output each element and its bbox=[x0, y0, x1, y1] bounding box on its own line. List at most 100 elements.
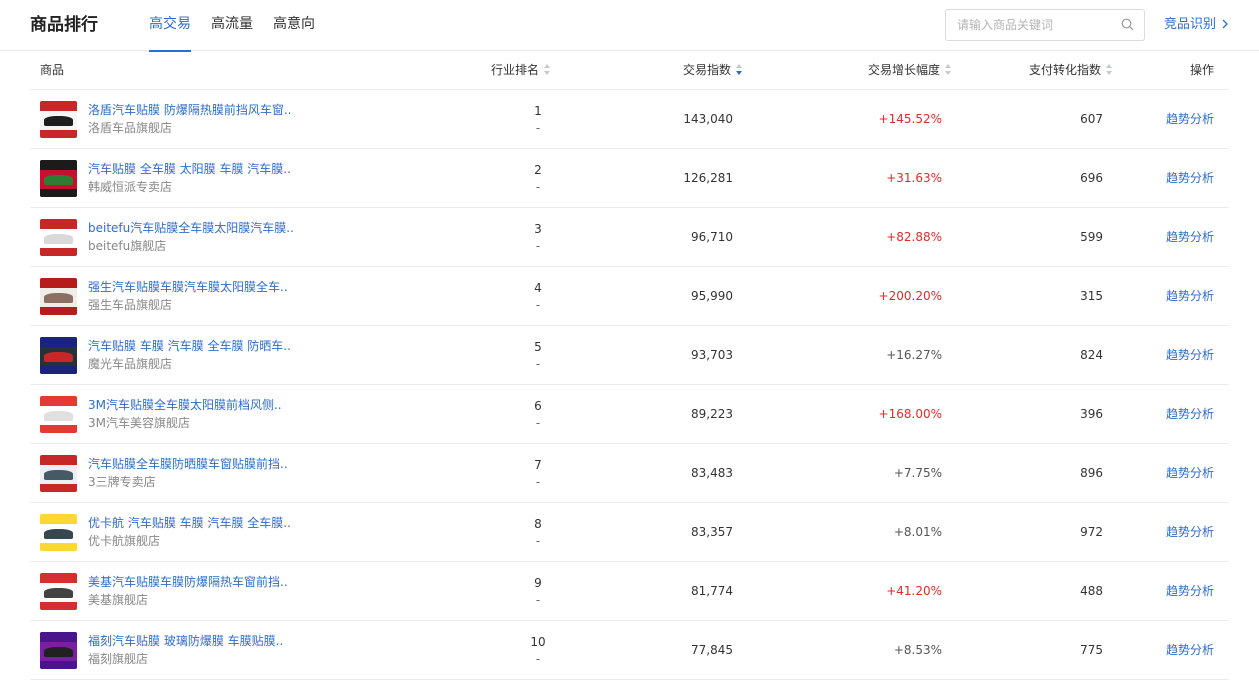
product-thumbnail[interactable] bbox=[40, 573, 77, 610]
trade-index: 96,710 bbox=[691, 230, 733, 244]
shop-name: 强生车品旗舰店 bbox=[88, 298, 173, 312]
trade-index: 89,223 bbox=[691, 407, 733, 421]
trade-index: 81,774 bbox=[691, 584, 733, 598]
product-name-link[interactable]: 汽车贴膜全车膜防晒膜车窗贴膜前挡.. bbox=[88, 455, 288, 473]
sort-icon[interactable] bbox=[1106, 64, 1113, 75]
trade-index: 77,845 bbox=[691, 643, 733, 657]
tab-high-intent[interactable]: 高意向 bbox=[273, 0, 315, 51]
trend-analysis-link[interactable]: 趋势分析 bbox=[1150, 405, 1214, 423]
trend-analysis-link[interactable]: 趋势分析 bbox=[1150, 169, 1214, 187]
tab-bar: 高交易 高流量 高意向 bbox=[149, 0, 335, 52]
trend-analysis-link[interactable]: 趋势分析 bbox=[1150, 287, 1214, 305]
compete-identify-link[interactable]: 竞品识别 bbox=[1164, 16, 1228, 34]
rank-change: - bbox=[535, 652, 541, 666]
conversion-index: 775 bbox=[1080, 643, 1103, 657]
conversion-index: 396 bbox=[1080, 407, 1103, 421]
chevron-right-icon bbox=[1222, 19, 1228, 29]
product-thumbnail[interactable] bbox=[40, 101, 77, 138]
product-name-link[interactable]: 优卡航 汽车贴膜 车膜 汽车膜 全车膜.. bbox=[88, 514, 291, 532]
shop-name: 洛盾车品旗舰店 bbox=[88, 121, 173, 135]
industry-rank: 5 bbox=[534, 340, 542, 354]
trade-growth: +7.75% bbox=[893, 466, 942, 480]
sort-icon[interactable] bbox=[945, 64, 952, 75]
product-thumbnail[interactable] bbox=[40, 219, 77, 256]
page-header: 商品排行 高交易 高流量 高意向 竞品识别 bbox=[0, 0, 1259, 52]
rank-change: - bbox=[535, 534, 541, 548]
column-action: 操作 bbox=[1190, 63, 1215, 77]
rank-change: - bbox=[535, 239, 541, 253]
product-thumbnail[interactable] bbox=[40, 514, 77, 551]
tab-high-traffic[interactable]: 高流量 bbox=[211, 0, 253, 51]
trend-analysis-link[interactable]: 趋势分析 bbox=[1150, 464, 1214, 482]
product-thumbnail[interactable] bbox=[40, 160, 77, 197]
industry-rank: 1 bbox=[534, 104, 542, 118]
column-growth-label: 交易增长幅度 bbox=[868, 63, 941, 77]
page-title: 商品排行 bbox=[30, 15, 98, 35]
trend-analysis-link[interactable]: 趋势分析 bbox=[1150, 228, 1214, 246]
product-thumbnail[interactable] bbox=[40, 455, 77, 492]
conversion-index: 896 bbox=[1080, 466, 1103, 480]
product-thumbnail[interactable] bbox=[40, 396, 77, 433]
shop-name: 优卡航旗舰店 bbox=[88, 534, 161, 548]
trend-analysis-link[interactable]: 趋势分析 bbox=[1150, 582, 1214, 600]
column-conversion[interactable]: 支付转化指数 bbox=[1029, 51, 1113, 90]
table-row: 汽车贴膜全车膜防晒膜车窗贴膜前挡.. 3三牌专卖店 7 - 83,483 +7.75% 89… bbox=[30, 444, 1229, 503]
product-thumbnail[interactable] bbox=[40, 632, 77, 669]
shop-name: 韩威恒派专卖店 bbox=[88, 180, 173, 194]
conversion-index: 696 bbox=[1080, 171, 1103, 185]
compete-link-label: 竞品识别 bbox=[1164, 17, 1217, 32]
shop-name: 3M汽车美容旗舰店 bbox=[88, 416, 190, 430]
trade-index: 83,357 bbox=[691, 525, 733, 539]
column-rank-label: 行业排名 bbox=[491, 63, 540, 77]
rank-change: - bbox=[535, 416, 541, 430]
trade-growth: +16.27% bbox=[886, 348, 942, 362]
conversion-index: 824 bbox=[1080, 348, 1103, 362]
product-name-link[interactable]: 3M汽车贴膜全车膜太阳膜前档风侧.. bbox=[88, 396, 282, 414]
trend-analysis-link[interactable]: 趋势分析 bbox=[1150, 641, 1214, 659]
industry-rank: 4 bbox=[534, 281, 542, 295]
product-thumbnail[interactable] bbox=[40, 278, 77, 315]
product-name-link[interactable]: 福刻汽车贴膜 玻璃防爆膜 车膜贴膜.. bbox=[88, 632, 283, 650]
trade-growth: +168.00% bbox=[878, 407, 942, 421]
table-row: 优卡航 汽车贴膜 车膜 汽车膜 全车膜.. 优卡航旗舰店 8 - 83,357 +8.01… bbox=[30, 503, 1229, 562]
trend-analysis-link[interactable]: 趋势分析 bbox=[1150, 346, 1214, 364]
trade-growth: +41.20% bbox=[886, 584, 942, 598]
product-name-link[interactable]: 汽车贴膜 车膜 汽车膜 全车膜 防晒车.. bbox=[88, 337, 291, 355]
tab-high-trade[interactable]: 高交易 bbox=[149, 0, 191, 52]
rank-change: - bbox=[535, 475, 541, 489]
column-growth[interactable]: 交易增长幅度 bbox=[868, 51, 952, 90]
product-name-link[interactable]: 汽车贴膜 全车膜 太阳膜 车膜 汽车膜.. bbox=[88, 160, 291, 178]
industry-rank: 3 bbox=[534, 222, 542, 236]
search-input[interactable] bbox=[946, 10, 1116, 40]
industry-rank: 2 bbox=[534, 163, 542, 177]
trade-growth: +8.53% bbox=[893, 643, 942, 657]
product-name-link[interactable]: 美基汽车贴膜车膜防爆隔热车窗前挡.. bbox=[88, 573, 288, 591]
column-trade-label: 交易指数 bbox=[683, 63, 732, 77]
sort-icon[interactable] bbox=[544, 64, 551, 75]
shop-name: 3三牌专卖店 bbox=[88, 475, 156, 489]
trade-index: 126,281 bbox=[683, 171, 733, 185]
table-row: 3M汽车贴膜全车膜太阳膜前档风侧.. 3M汽车美容旗舰店 6 - 89,223 +168.… bbox=[30, 385, 1229, 444]
industry-rank: 6 bbox=[534, 399, 542, 413]
product-name-link[interactable]: 洛盾汽车贴膜 防爆隔热膜前挡风车窗.. bbox=[88, 101, 291, 119]
column-conversion-label: 支付转化指数 bbox=[1029, 63, 1102, 77]
rank-change: - bbox=[535, 298, 541, 312]
sort-desc-icon[interactable] bbox=[736, 64, 743, 75]
search-box bbox=[945, 9, 1145, 41]
industry-rank: 8 bbox=[534, 517, 542, 531]
trade-index: 95,990 bbox=[691, 289, 733, 303]
product-thumbnail[interactable] bbox=[40, 337, 77, 374]
column-rank[interactable]: 行业排名 bbox=[491, 51, 551, 90]
trend-analysis-link[interactable]: 趋势分析 bbox=[1150, 523, 1214, 541]
product-name-link[interactable]: 强生汽车贴膜车膜汽车膜太阳膜全车.. bbox=[88, 278, 288, 296]
trend-analysis-link[interactable]: 趋势分析 bbox=[1150, 110, 1214, 128]
trade-index: 93,703 bbox=[691, 348, 733, 362]
industry-rank: 7 bbox=[534, 458, 542, 472]
search-icon[interactable] bbox=[1121, 18, 1134, 31]
product-name-link[interactable]: beitefu汽车贴膜全车膜太阳膜汽车膜.. bbox=[88, 219, 294, 237]
column-trade[interactable]: 交易指数 bbox=[683, 51, 743, 90]
industry-rank: 9 bbox=[534, 576, 542, 590]
trade-growth: +82.88% bbox=[886, 230, 942, 244]
shop-name: beitefu旗舰店 bbox=[88, 239, 167, 253]
table-header: 商品 行业排名 交易指数 交易增长幅度 支付转化指数 操作 bbox=[30, 51, 1229, 90]
